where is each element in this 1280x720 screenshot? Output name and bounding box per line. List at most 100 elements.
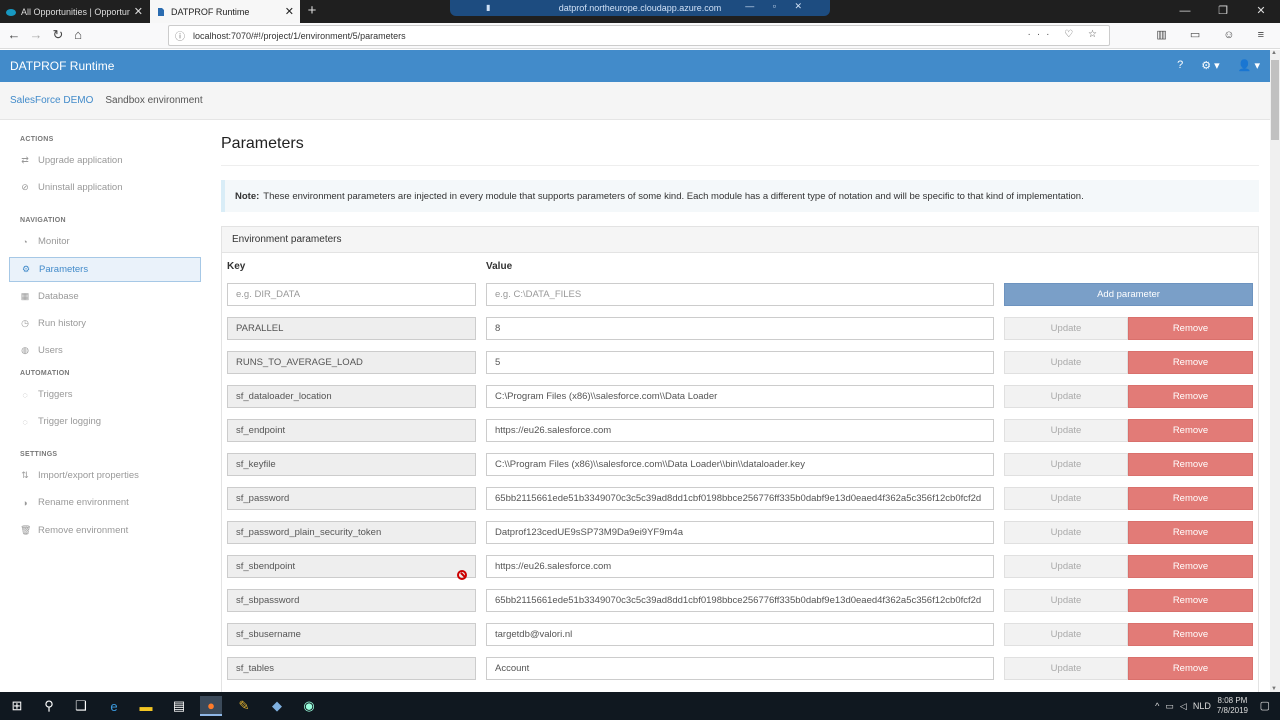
- toolbar-icons[interactable]: ▥ ▭ ☺ ≡: [1156, 28, 1274, 41]
- chevron-up-icon[interactable]: ^: [1155, 701, 1159, 711]
- update-button[interactable]: Update: [1004, 351, 1128, 374]
- close-icon[interactable]: ✕: [285, 5, 294, 18]
- sidebar-item-label: Run history: [38, 318, 87, 329]
- add-parameter-button[interactable]: Add parameter: [1004, 283, 1253, 306]
- task-view-icon[interactable]: ❑: [70, 696, 92, 716]
- sidebar-item-label: Trigger logging: [38, 416, 102, 427]
- sidebar-item-monitor[interactable]: ◔ Monitor: [9, 229, 201, 254]
- remote-desktop-bar: ▮ datprof.northeurope.cloudapp.azure.com…: [450, 0, 830, 16]
- sidebar-item-upgrade[interactable]: ⇄ Upgrade application: [9, 148, 201, 173]
- browser-tab-opportunities[interactable]: All Opportunities | Opportunit... ✕: [0, 0, 149, 23]
- sidebar-item-users[interactable]: ◍ Users: [9, 338, 201, 363]
- close-window-icon[interactable]: ✕: [1242, 0, 1280, 23]
- edge-icon[interactable]: e: [103, 696, 125, 716]
- home-icon[interactable]: ⌂: [70, 28, 86, 42]
- update-button[interactable]: Update: [1004, 487, 1128, 510]
- settings-gear-icon[interactable]: ⚙ ▾: [1201, 59, 1219, 72]
- update-button[interactable]: Update: [1004, 419, 1128, 442]
- sidebar-item-database[interactable]: ▦ Database: [9, 284, 201, 309]
- clock[interactable]: 8:08 PM 7/8/2019: [1217, 696, 1248, 716]
- sidebar-item-remove-env[interactable]: 🗑 Remove environment: [9, 518, 201, 543]
- sidebar-item-triggers[interactable]: ◌ Triggers: [9, 382, 201, 407]
- file-explorer-icon[interactable]: ▬: [135, 696, 157, 716]
- language-indicator[interactable]: NLD: [1193, 701, 1211, 711]
- sidebar-item-uninstall[interactable]: ⊘ Uninstall application: [9, 175, 201, 200]
- volume-icon[interactable]: ◁: [1180, 701, 1187, 712]
- minimize-icon[interactable]: —: [1166, 0, 1204, 23]
- remote-app-icon[interactable]: ◉: [298, 696, 320, 716]
- remove-button[interactable]: Remove: [1128, 419, 1253, 442]
- scroll-up-icon[interactable]: ▲: [1271, 50, 1277, 56]
- update-button[interactable]: Update: [1004, 453, 1128, 476]
- forward-icon[interactable]: →: [28, 28, 44, 42]
- parameter-key: sf_dataloader_location: [227, 385, 476, 408]
- page-actions-icons[interactable]: ··· ♡ ☆: [1028, 29, 1103, 40]
- search-icon[interactable]: ⚲: [38, 696, 60, 716]
- remote-controls[interactable]: — ▫ ✕: [745, 1, 810, 12]
- parameter-value-input[interactable]: https://eu26.salesforce.com: [486, 419, 994, 442]
- tools-icon[interactable]: ✎: [233, 696, 255, 716]
- remove-button[interactable]: Remove: [1128, 555, 1253, 578]
- url-text: localhost:7070/#!/project/1/environment/…: [193, 30, 406, 41]
- update-button[interactable]: Update: [1004, 555, 1128, 578]
- remove-button[interactable]: Remove: [1128, 623, 1253, 646]
- browser-tab-datprof[interactable]: DATPROF Runtime ✕: [150, 0, 300, 23]
- sidebar-item-parameters[interactable]: ⚙ Parameters: [9, 257, 201, 282]
- remove-button[interactable]: Remove: [1128, 487, 1253, 510]
- info-note: Note: These environment parameters are i…: [221, 180, 1259, 212]
- new-tab-button[interactable]: +: [304, 2, 320, 20]
- update-button[interactable]: Update: [1004, 385, 1128, 408]
- remove-button[interactable]: Remove: [1128, 385, 1253, 408]
- new-value-input[interactable]: e.g. C:\DATA_FILES: [486, 283, 994, 306]
- remove-button[interactable]: Remove: [1128, 351, 1253, 374]
- update-button[interactable]: Update: [1004, 623, 1128, 646]
- remove-button[interactable]: Remove: [1128, 453, 1253, 476]
- notification-icon[interactable]: ▢: [1260, 699, 1270, 712]
- url-bar[interactable]: ⓘ localhost:7070/#!/project/1/environmen…: [168, 25, 1110, 46]
- sidebar-item-rename[interactable]: ◑ Rename environment: [9, 490, 201, 515]
- sidebar-section-actions: ACTIONS: [20, 136, 54, 143]
- parameter-value-input[interactable]: 8: [486, 317, 994, 340]
- parameter-value-input[interactable]: 65bb2115661ede51b3349070c3c5c39ad8dd1cbf…: [486, 589, 994, 612]
- app-window-icon[interactable]: ▤: [168, 696, 190, 716]
- parameter-value-input[interactable]: C:\\Program Files (x86)\\salesforce.com\…: [486, 453, 994, 476]
- sidebar-item-import-export[interactable]: ⇅ Import/export properties: [9, 463, 201, 488]
- parameter-value-input[interactable]: C:\Program Files (x86)\\salesforce.com\\…: [486, 385, 994, 408]
- remove-button[interactable]: Remove: [1128, 657, 1253, 680]
- firefox-icon[interactable]: ●: [200, 696, 222, 716]
- parameter-value-input[interactable]: Datprof123cedUE9sSP73M9Da9ei9YF9m4a: [486, 521, 994, 544]
- parameter-value-input[interactable]: https://eu26.salesforce.com: [486, 555, 994, 578]
- info-icon[interactable]: ⓘ: [175, 28, 185, 43]
- sidebar-item-run-history[interactable]: ◷ Run history: [9, 311, 201, 336]
- reload-icon[interactable]: ↻: [50, 28, 66, 42]
- parameter-value-input[interactable]: 65bb2115661ede51b3349070c3c5c39ad8dd1cbf…: [486, 487, 994, 510]
- user-icon[interactable]: 👤 ▾: [1238, 59, 1260, 72]
- update-button[interactable]: Update: [1004, 657, 1128, 680]
- remove-button[interactable]: Remove: [1128, 589, 1253, 612]
- dataloader-icon[interactable]: ◆: [266, 696, 288, 716]
- update-button[interactable]: Update: [1004, 589, 1128, 612]
- parameter-row: RUNS_TO_AVERAGE_LOAD 5 Update Remove: [227, 351, 1255, 374]
- update-button[interactable]: Update: [1004, 317, 1128, 340]
- scroll-thumb[interactable]: [1271, 60, 1279, 140]
- new-key-input[interactable]: e.g. DIR_DATA: [227, 283, 476, 306]
- breadcrumb-project[interactable]: SalesForce DEMO: [10, 95, 93, 106]
- help-icon[interactable]: ?: [1177, 59, 1183, 72]
- parameter-key: sf_endpoint: [227, 419, 476, 442]
- close-icon[interactable]: ✕: [134, 5, 143, 18]
- parameter-key: sf_sbendpoint: [227, 555, 476, 578]
- remove-button[interactable]: Remove: [1128, 521, 1253, 544]
- page-scrollbar[interactable]: ▲ ▼: [1270, 50, 1280, 692]
- remove-button[interactable]: Remove: [1128, 317, 1253, 340]
- parameter-value-input[interactable]: 5: [486, 351, 994, 374]
- parameter-value-input[interactable]: Account: [486, 657, 994, 680]
- parameter-value-input[interactable]: targetdb@valori.nl: [486, 623, 994, 646]
- app-brand[interactable]: DATPROF Runtime: [10, 59, 114, 73]
- back-icon[interactable]: ←: [6, 28, 22, 42]
- update-button[interactable]: Update: [1004, 521, 1128, 544]
- sidebar-item-label: Users: [38, 345, 63, 356]
- windows-start-icon[interactable]: ⊞: [6, 696, 28, 716]
- network-icon[interactable]: ▭: [1165, 701, 1174, 712]
- restore-icon[interactable]: ❐: [1204, 0, 1242, 23]
- sidebar-item-trigger-logging[interactable]: ◌ Trigger logging: [9, 409, 201, 434]
